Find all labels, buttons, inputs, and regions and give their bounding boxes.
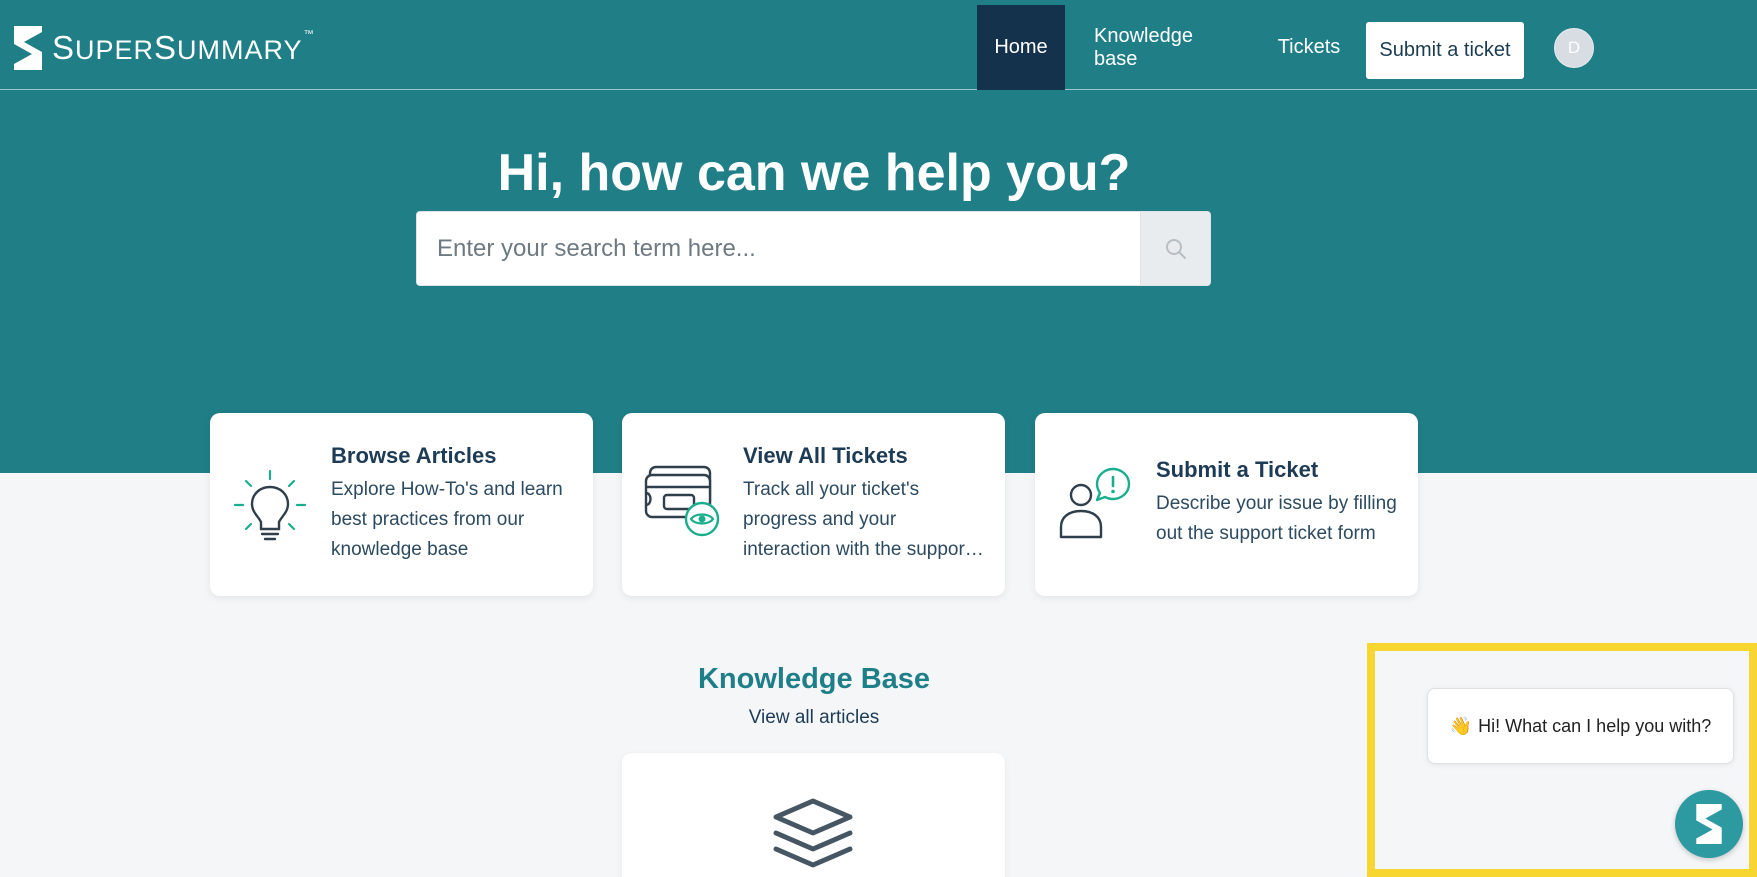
supersummary-logo[interactable]: SUPERSUMMARY™: [14, 26, 315, 70]
wave-icon: 👋: [1449, 715, 1473, 736]
knowledge-base-card[interactable]: [622, 753, 1005, 877]
submit-ticket-button[interactable]: Submit a ticket: [1366, 22, 1524, 79]
chat-greeting-bubble[interactable]: 👋 Hi! What can I help you with?: [1427, 688, 1734, 764]
browse-articles-card[interactable]: Browse Articles Explore How-To's and lea…: [210, 413, 593, 596]
card-title: View All Tickets: [743, 443, 908, 468]
nav-tickets[interactable]: Tickets: [1272, 5, 1346, 90]
user-avatar[interactable]: D: [1554, 28, 1594, 68]
card-description: Describe your issue by filling out the s…: [1156, 493, 1397, 544]
search-button[interactable]: [1140, 212, 1210, 285]
card-title: Browse Articles: [331, 443, 497, 468]
view-all-tickets-card[interactable]: View All Tickets Track all your ticket's…: [622, 413, 1005, 596]
layers-icon: [773, 798, 853, 868]
search-bar: [416, 211, 1211, 286]
card-title: Submit a Ticket: [1156, 457, 1319, 482]
person-alert-icon: [1059, 467, 1131, 539]
tickets-eye-icon: [644, 465, 720, 537]
lightbulb-icon: [233, 469, 307, 541]
card-description: Track all your ticket's progress and you…: [743, 479, 987, 560]
chat-launcher-button[interactable]: [1675, 790, 1743, 858]
search-input[interactable]: [417, 212, 1140, 285]
chat-greeting-text: Hi! What can I help you with?: [1478, 715, 1712, 736]
nav-home[interactable]: Home: [977, 5, 1065, 90]
submit-a-ticket-card[interactable]: Submit a Ticket Describe your issue by f…: [1035, 413, 1418, 596]
logo-mark-icon: [14, 26, 42, 70]
nav-knowledge-base[interactable]: Knowledge base: [1094, 5, 1232, 90]
logo-text: SUPERSUMMARY™: [52, 29, 315, 66]
hero-title: Hi, how can we help you?: [497, 144, 1131, 202]
chat-logo-icon: [1696, 804, 1722, 844]
card-description: Explore How-To's and learn best practice…: [331, 479, 563, 560]
search-icon: [1165, 238, 1186, 259]
